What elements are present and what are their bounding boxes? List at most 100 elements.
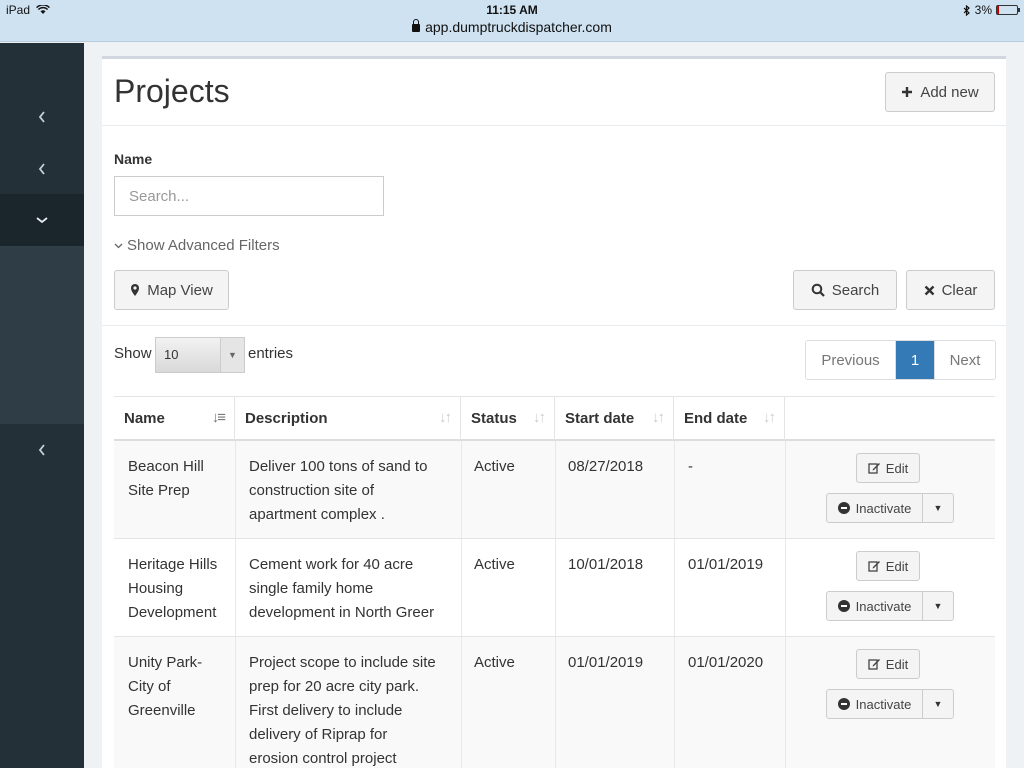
- project-description: Deliver 100 tons of sand to construction …: [249, 458, 428, 523]
- chevron-left-icon: [38, 111, 46, 123]
- sidebar-submenu: [0, 246, 84, 424]
- sort-icon: ↓↑: [439, 409, 452, 426]
- sort-asc-icon: ↓≡: [211, 409, 226, 426]
- page-title: Projects: [114, 73, 230, 109]
- map-view-button[interactable]: Map View: [114, 270, 229, 310]
- name-filter-label: Name: [114, 151, 153, 167]
- project-status: Active: [474, 458, 515, 475]
- status-time: 11:15 AM: [486, 3, 538, 17]
- chevron-down-icon: ▼: [220, 338, 244, 372]
- project-name: Beacon Hill Site Prep: [128, 458, 204, 499]
- column-header-end-date[interactable]: End date ↓↑: [674, 397, 785, 440]
- show-label: Show: [114, 345, 152, 362]
- inactivate-button-group[interactable]: Inactivate ▼: [826, 591, 954, 621]
- minus-circle-icon: [837, 600, 850, 612]
- entries-label: entries: [248, 345, 294, 362]
- inactivate-button[interactable]: Inactivate: [827, 592, 923, 620]
- inactivate-button[interactable]: Inactivate: [827, 690, 923, 718]
- table-header: Name ↓≡ Description ↓↑ Status ↓↑ Start d…: [114, 396, 995, 441]
- url-text: app.dumptruckdispatcher.com: [425, 19, 612, 35]
- entries-per-page-select[interactable]: 10 ▼: [155, 337, 245, 373]
- column-label: Description: [245, 410, 328, 427]
- name-search-input[interactable]: [114, 176, 384, 216]
- ios-status-bar: iPad 11:15 AM app.dumptruckdispatcher.co…: [0, 0, 1024, 42]
- caret-down-icon[interactable]: ▼: [923, 690, 953, 718]
- map-marker-icon: [130, 283, 140, 297]
- edit-icon: [868, 462, 881, 474]
- column-label: Start date: [565, 410, 635, 427]
- edit-button[interactable]: Edit: [856, 453, 920, 483]
- chevron-left-icon: [38, 163, 46, 175]
- column-label: Name: [124, 410, 165, 427]
- caret-down-icon[interactable]: ▼: [923, 494, 953, 522]
- minus-circle-icon: [837, 698, 850, 710]
- sidebar-item-3-active[interactable]: [0, 194, 84, 246]
- sort-icon: ↓↑: [533, 409, 546, 426]
- divider: [102, 125, 1006, 126]
- battery-percent: 3%: [974, 3, 992, 17]
- clear-button[interactable]: Clear: [906, 270, 995, 310]
- chevron-left-icon: [38, 444, 46, 456]
- lock-icon: [412, 19, 421, 32]
- project-start-date: 01/01/2019: [568, 654, 644, 671]
- table-row: Unity Park- City of Greenville Project sco…: [114, 637, 995, 768]
- edit-icon: [868, 560, 881, 572]
- inactivate-label: Inactivate: [855, 598, 912, 614]
- battery-icon: [996, 5, 1020, 15]
- edit-label: Edit: [885, 460, 909, 476]
- entries-value: 10: [164, 347, 179, 362]
- inactivate-button-group[interactable]: Inactivate ▼: [826, 493, 954, 523]
- search-icon: [811, 283, 825, 297]
- bluetooth-icon: [963, 4, 971, 16]
- project-end-date: 01/01/2019: [688, 556, 764, 573]
- sidebar: [0, 43, 84, 768]
- sidebar-item-1[interactable]: [0, 91, 84, 143]
- add-new-label: Add new: [920, 83, 979, 101]
- column-label: Status: [471, 410, 517, 427]
- map-view-label: Map View: [147, 281, 213, 299]
- column-header-name[interactable]: Name ↓≡: [114, 397, 235, 440]
- project-status: Active: [474, 556, 515, 573]
- add-new-button[interactable]: Add new: [885, 72, 995, 112]
- search-label: Search: [831, 281, 880, 299]
- advanced-filters-label: Show Advanced Filters: [127, 237, 280, 254]
- column-header-status[interactable]: Status ↓↑: [461, 397, 555, 440]
- edit-label: Edit: [885, 656, 909, 672]
- show-advanced-filters-toggle[interactable]: Show Advanced Filters: [114, 237, 280, 254]
- inactivate-label: Inactivate: [855, 696, 912, 712]
- column-header-start-date[interactable]: Start date ↓↑: [555, 397, 674, 440]
- inactivate-button[interactable]: Inactivate: [827, 494, 923, 522]
- project-description: Project scope to include site prep for 20…: [249, 654, 436, 767]
- sidebar-item-2[interactable]: [0, 143, 84, 195]
- chevron-down-icon: [114, 243, 123, 249]
- pagination: Previous 1 Next: [805, 340, 996, 380]
- project-end-date: -: [688, 458, 693, 475]
- search-button[interactable]: Search: [793, 270, 897, 310]
- inactivate-button-group[interactable]: Inactivate ▼: [826, 689, 954, 719]
- project-description: Cement work for 40 acre single family hom…: [249, 556, 435, 621]
- column-label: End date: [684, 410, 748, 427]
- divider: [102, 325, 1006, 326]
- column-header-description[interactable]: Description ↓↑: [235, 397, 461, 440]
- edit-button[interactable]: Edit: [856, 649, 920, 679]
- inactivate-label: Inactivate: [855, 500, 912, 516]
- caret-down-icon[interactable]: ▼: [923, 592, 953, 620]
- edit-button[interactable]: Edit: [856, 551, 920, 581]
- column-header-actions: [785, 397, 995, 440]
- previous-page-button[interactable]: Previous: [806, 341, 896, 379]
- page-1-button[interactable]: 1: [896, 341, 934, 379]
- status-right: 3%: [963, 3, 1020, 17]
- clear-label: Clear: [941, 281, 978, 299]
- sort-icon: ↓↑: [763, 409, 776, 426]
- next-page-button[interactable]: Next: [934, 341, 995, 379]
- table-row: Heritage Hills Housing Development Cement …: [114, 539, 995, 637]
- project-end-date: 01/01/2020: [688, 654, 764, 671]
- project-name: Unity Park- City of Greenville: [128, 654, 203, 719]
- project-start-date: 08/27/2018: [568, 458, 644, 475]
- close-icon: [924, 285, 935, 296]
- address-bar[interactable]: app.dumptruckdispatcher.com: [0, 19, 1024, 35]
- sidebar-item-4[interactable]: [0, 424, 84, 476]
- chevron-down-icon: [36, 216, 48, 224]
- table-row: Beacon Hill Site Prep Deliver 100 tons of…: [114, 441, 995, 539]
- projects-table: Name ↓≡ Description ↓↑ Status ↓↑ Start d…: [114, 396, 995, 768]
